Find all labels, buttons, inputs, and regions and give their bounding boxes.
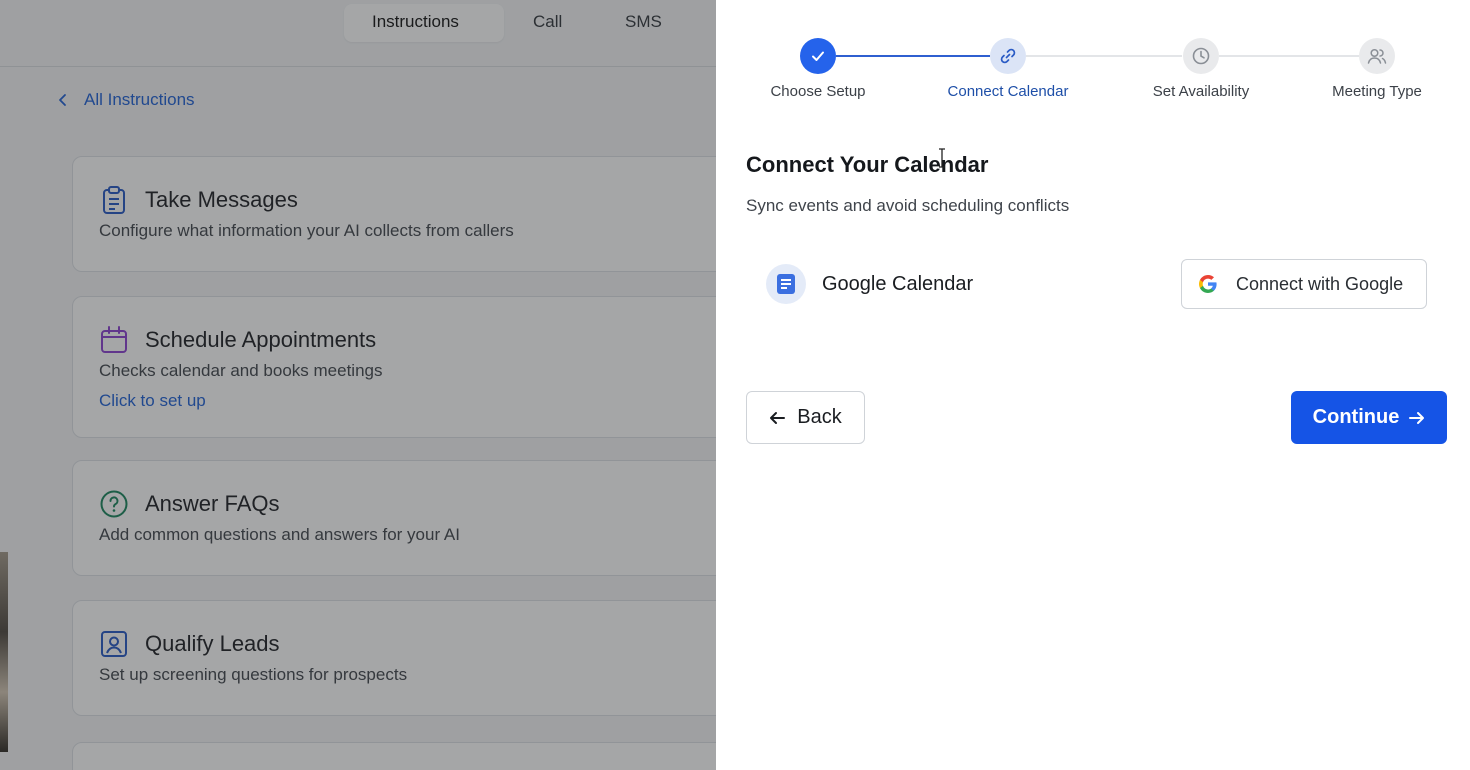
text-cursor-icon	[939, 148, 945, 168]
continue-button[interactable]: Continue	[1291, 391, 1447, 444]
modal-overlay[interactable]	[0, 0, 716, 770]
step-meeting-type[interactable]	[1359, 38, 1395, 74]
step-choose-setup[interactable]	[800, 38, 836, 74]
background-photo-strip	[0, 552, 8, 752]
step-set-availability[interactable]	[1183, 38, 1219, 74]
setup-stepper: Choose Setup Connect Calendar Set Availa…	[716, 0, 1470, 110]
step-connector	[1219, 55, 1359, 57]
drawer-title: Connect Your Calendar	[746, 152, 989, 177]
provider-name: Google Calendar	[822, 272, 974, 295]
arrow-right-icon	[1409, 411, 1425, 424]
calendar-setup-drawer: Choose Setup Connect Calendar Set Availa…	[716, 0, 1470, 770]
users-icon	[1367, 48, 1387, 64]
step-label: Choose Setup	[770, 83, 866, 100]
back-button[interactable]: Back	[746, 391, 865, 444]
step-label: Connect Calendar	[947, 83, 1069, 100]
step-connector-done	[836, 55, 990, 57]
step-label: Set Availability	[1152, 83, 1250, 100]
google-logo-icon	[1199, 275, 1217, 293]
step-connect-calendar[interactable]	[990, 38, 1026, 74]
provider-google-calendar: Google Calendar	[766, 264, 973, 304]
connect-with-google-label: Connect with Google	[1236, 273, 1404, 294]
arrow-left-icon	[770, 411, 786, 424]
instructions-page: Instructions Call SMS All Instructions T…	[0, 0, 716, 770]
clock-icon	[1192, 47, 1210, 65]
check-icon	[812, 51, 824, 61]
connect-with-google-button[interactable]: Connect with Google	[1181, 259, 1427, 309]
google-calendar-icon	[766, 264, 806, 304]
step-label: Meeting Type	[1332, 83, 1422, 100]
continue-label: Continue	[1312, 406, 1400, 428]
drawer-subtitle: Sync events and avoid scheduling conflic…	[746, 196, 1070, 215]
back-label: Back	[797, 406, 842, 428]
step-connector	[1026, 55, 1182, 57]
link-icon	[1000, 48, 1016, 64]
